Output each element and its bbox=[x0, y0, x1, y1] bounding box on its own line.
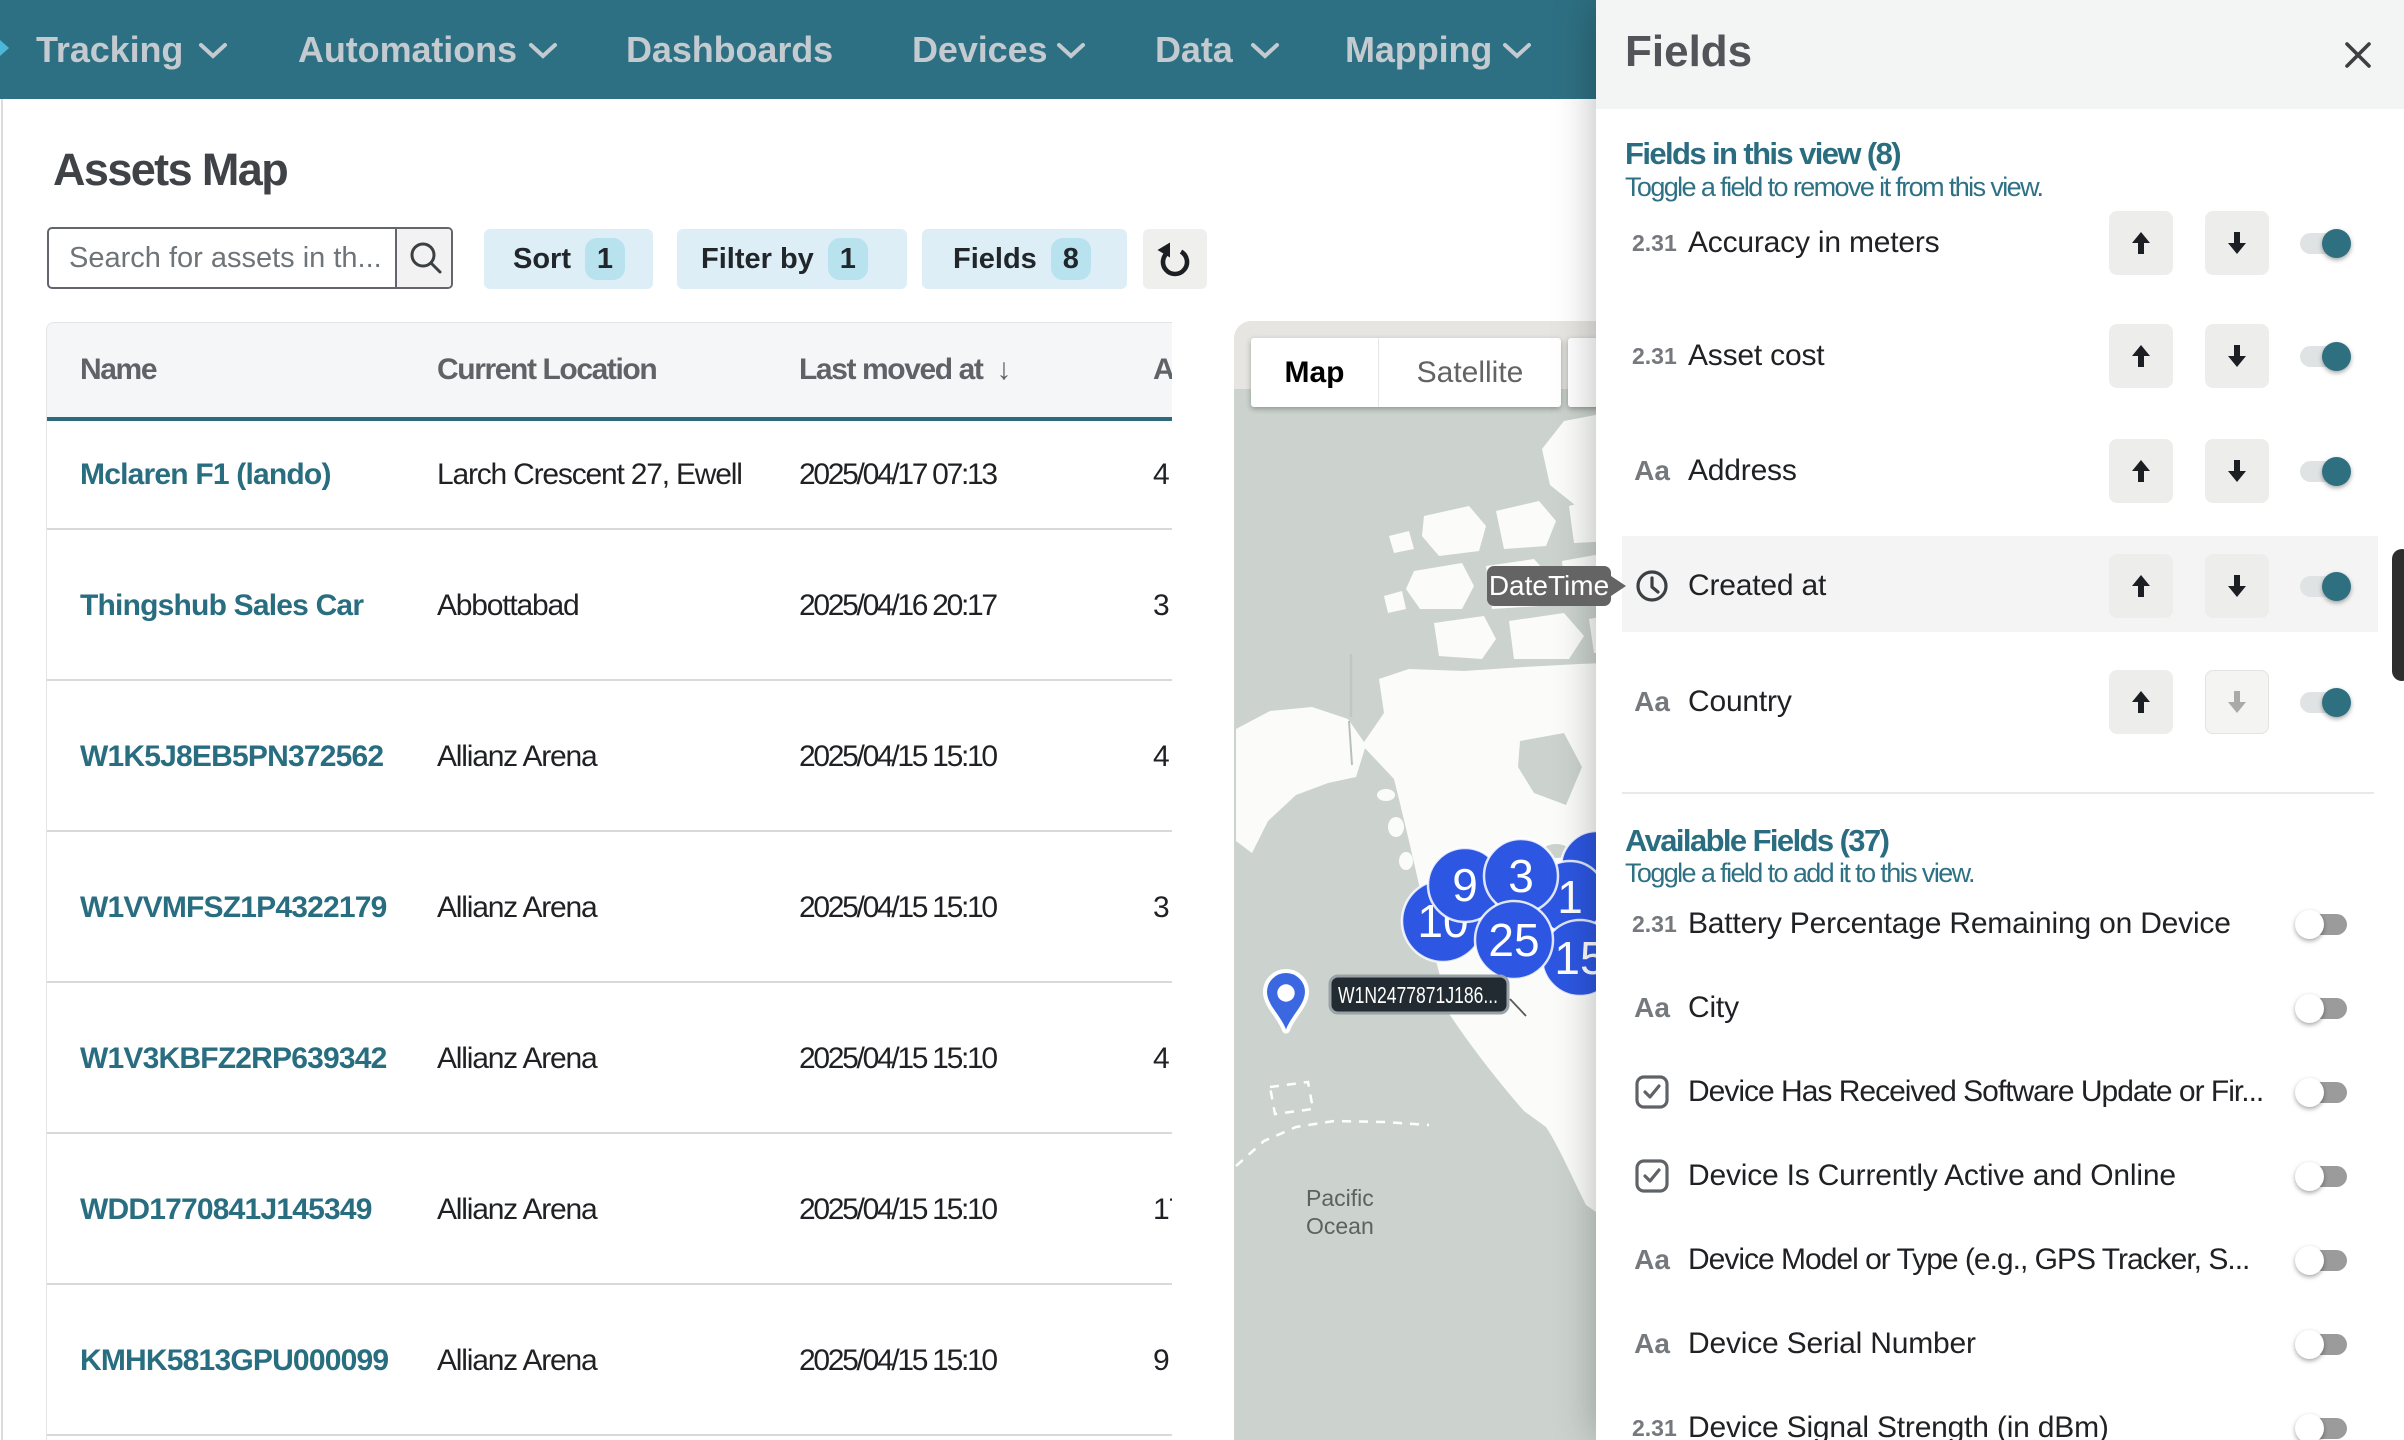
svg-text:3: 3 bbox=[1508, 850, 1534, 902]
svg-text:9: 9 bbox=[1452, 859, 1478, 911]
svg-text:1: 1 bbox=[1557, 871, 1583, 923]
svg-text:W1N2477871J186...: W1N2477871J186... bbox=[1338, 982, 1498, 1008]
svg-text:25: 25 bbox=[1488, 914, 1539, 966]
